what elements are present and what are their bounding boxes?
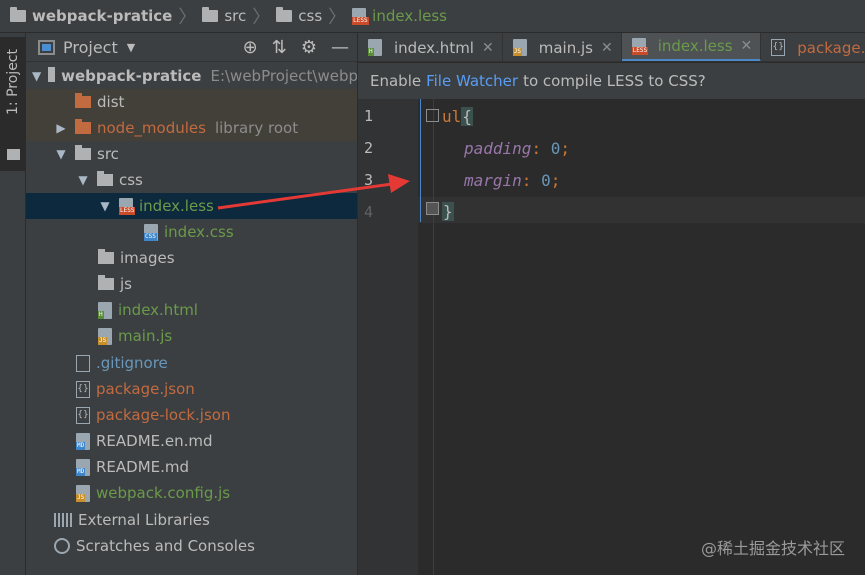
indent-guide xyxy=(433,99,434,575)
tool-window-strip: 1: Project xyxy=(0,33,26,575)
folder-icon xyxy=(202,7,219,22)
expanded-arrow-icon[interactable]: ▼ xyxy=(54,147,68,161)
tree-item-dist[interactable]: ▶ dist xyxy=(26,89,357,115)
code-line-4: } xyxy=(442,202,454,221)
css-file-icon: CSS xyxy=(144,223,158,241)
breadcrumb-item-css[interactable]: css xyxy=(276,0,322,33)
editor-gutter: 1 2 3 4 xyxy=(358,99,418,575)
tree-item-root[interactable]: ▼ webpack-pratice E:\webProject\webp xyxy=(26,63,357,89)
close-icon[interactable]: ✕ xyxy=(741,38,753,54)
indent-guide xyxy=(420,99,421,222)
code-line-2: padding: 0; xyxy=(464,139,570,158)
chevron-right-icon: 〉 xyxy=(328,7,347,28)
project-view-selector[interactable]: Project xyxy=(63,38,118,57)
tab-main-js[interactable]: JS main.js ✕ xyxy=(503,33,622,61)
breadcrumb-item-src[interactable]: src xyxy=(202,0,246,33)
tree-item-scratches[interactable]: Scratches and Consoles xyxy=(26,533,357,559)
line-number: 1 xyxy=(364,107,374,125)
fold-icon[interactable] xyxy=(426,109,439,122)
tree-item-main-js[interactable]: JS main.js xyxy=(26,323,357,349)
project-view-icon xyxy=(38,39,55,55)
tree-item-images[interactable]: images xyxy=(26,245,357,271)
tree-item-package-lock-json[interactable]: {} package-lock.json xyxy=(26,402,357,428)
tree-item-js[interactable]: js xyxy=(26,271,357,297)
tree-item-index-less[interactable]: ▼ LESS index.less xyxy=(26,193,357,219)
file-watcher-link[interactable]: File Watcher xyxy=(426,72,518,90)
html-file-icon: H xyxy=(98,301,112,319)
markdown-file-icon: MD xyxy=(76,458,90,476)
less-file-icon: LESS xyxy=(352,7,369,25)
chevron-right-icon: 〉 xyxy=(252,7,271,28)
tree-item-package-json[interactable]: {} package.json xyxy=(26,376,357,402)
project-tool-tab[interactable]: 1: Project xyxy=(0,37,26,171)
close-icon[interactable]: ✕ xyxy=(482,40,494,56)
tree-item-external-libraries[interactable]: External Libraries xyxy=(26,507,357,533)
expanded-arrow-icon[interactable]: ▼ xyxy=(32,69,41,83)
line-number: 3 xyxy=(364,171,374,189)
collapsed-arrow-icon[interactable]: ▶ xyxy=(54,121,68,135)
json-file-icon: {} xyxy=(771,39,786,56)
tree-item-css[interactable]: ▼ css xyxy=(26,167,357,193)
project-panel-header: Project ▼ ⊕ ⇅ ⚙ — xyxy=(26,33,357,62)
library-icon xyxy=(54,513,72,527)
line-number: 2 xyxy=(364,139,374,157)
tree-item-src[interactable]: ▼ src xyxy=(26,141,357,167)
json-file-icon: {} xyxy=(76,380,90,398)
tree-item-index-css[interactable]: CSS index.css xyxy=(26,219,357,245)
excluded-folder-icon xyxy=(75,119,91,134)
chevron-right-icon: 〉 xyxy=(178,7,197,28)
js-file-icon: JS xyxy=(512,39,527,56)
folder-icon xyxy=(7,149,20,160)
hide-icon[interactable]: — xyxy=(331,38,349,57)
markdown-file-icon: MD xyxy=(76,432,90,450)
breadcrumb-item-index-less[interactable]: LESS index.less xyxy=(352,0,447,33)
js-file-icon: JS xyxy=(98,327,112,345)
less-file-icon: LESS xyxy=(119,197,136,215)
tab-index-html[interactable]: H index.html ✕ xyxy=(358,33,503,61)
tree-item-index-html[interactable]: H index.html xyxy=(26,297,357,323)
gitignore-file-icon xyxy=(76,354,90,372)
breadcrumb: webpack-pratice 〉 src 〉 css 〉 LESS index… xyxy=(0,0,865,33)
html-file-icon: H xyxy=(368,39,382,56)
tree-item-gitignore[interactable]: .gitignore xyxy=(26,350,357,376)
tree-item-readme[interactable]: MD README.md xyxy=(26,454,357,480)
tree-item-readme-en[interactable]: MD README.en.md xyxy=(26,428,357,454)
tree-item-node-modules[interactable]: ▶ node_modules library root xyxy=(26,115,357,141)
folder-icon xyxy=(97,171,113,186)
folder-icon xyxy=(98,249,114,264)
scratches-icon xyxy=(54,538,70,554)
expanded-arrow-icon[interactable]: ▼ xyxy=(76,173,90,187)
js-file-icon: JS xyxy=(76,484,90,502)
breadcrumb-item-project[interactable]: webpack-pratice xyxy=(10,0,172,33)
less-file-icon: LESS xyxy=(631,37,649,55)
folder-icon xyxy=(98,275,114,290)
code-line-1: ul{ xyxy=(442,107,473,126)
excluded-folder-icon xyxy=(75,93,91,108)
folder-icon xyxy=(75,145,91,160)
folder-icon xyxy=(276,7,293,22)
gear-icon[interactable]: ⚙ xyxy=(301,38,317,57)
locate-icon[interactable]: ⊕ xyxy=(243,38,258,57)
fold-icon[interactable] xyxy=(426,202,439,215)
folder-icon xyxy=(48,67,56,82)
chevron-down-icon[interactable]: ▼ xyxy=(127,41,135,54)
project-panel: Project ▼ ⊕ ⇅ ⚙ — ▼ webpack-pratice E:\w… xyxy=(26,33,358,575)
expanded-arrow-icon[interactable]: ▼ xyxy=(98,199,112,213)
collapse-all-icon[interactable]: ⇅ xyxy=(272,38,287,57)
file-watcher-notification: Enable File Watcher to compile LESS to C… xyxy=(358,63,865,99)
tab-package-json[interactable]: {} package.json xyxy=(761,33,865,61)
json-file-icon: {} xyxy=(76,406,90,424)
editor-tabs: H index.html ✕ JS main.js ✕ LESS index.l… xyxy=(358,33,865,62)
code-editor[interactable]: 1 2 3 4 ul{ padding: 0; margin: 0; } @稀土… xyxy=(358,99,865,575)
watermark: @稀土掘金技术社区 xyxy=(700,539,845,558)
tab-index-less[interactable]: LESS index.less ✕ xyxy=(621,33,762,61)
folder-icon xyxy=(10,7,26,22)
line-number: 4 xyxy=(364,203,374,221)
close-icon[interactable]: ✕ xyxy=(601,40,613,56)
tree-item-webpack-config[interactable]: JS webpack.config.js xyxy=(26,480,357,506)
code-line-3: margin: 0; xyxy=(464,171,561,190)
